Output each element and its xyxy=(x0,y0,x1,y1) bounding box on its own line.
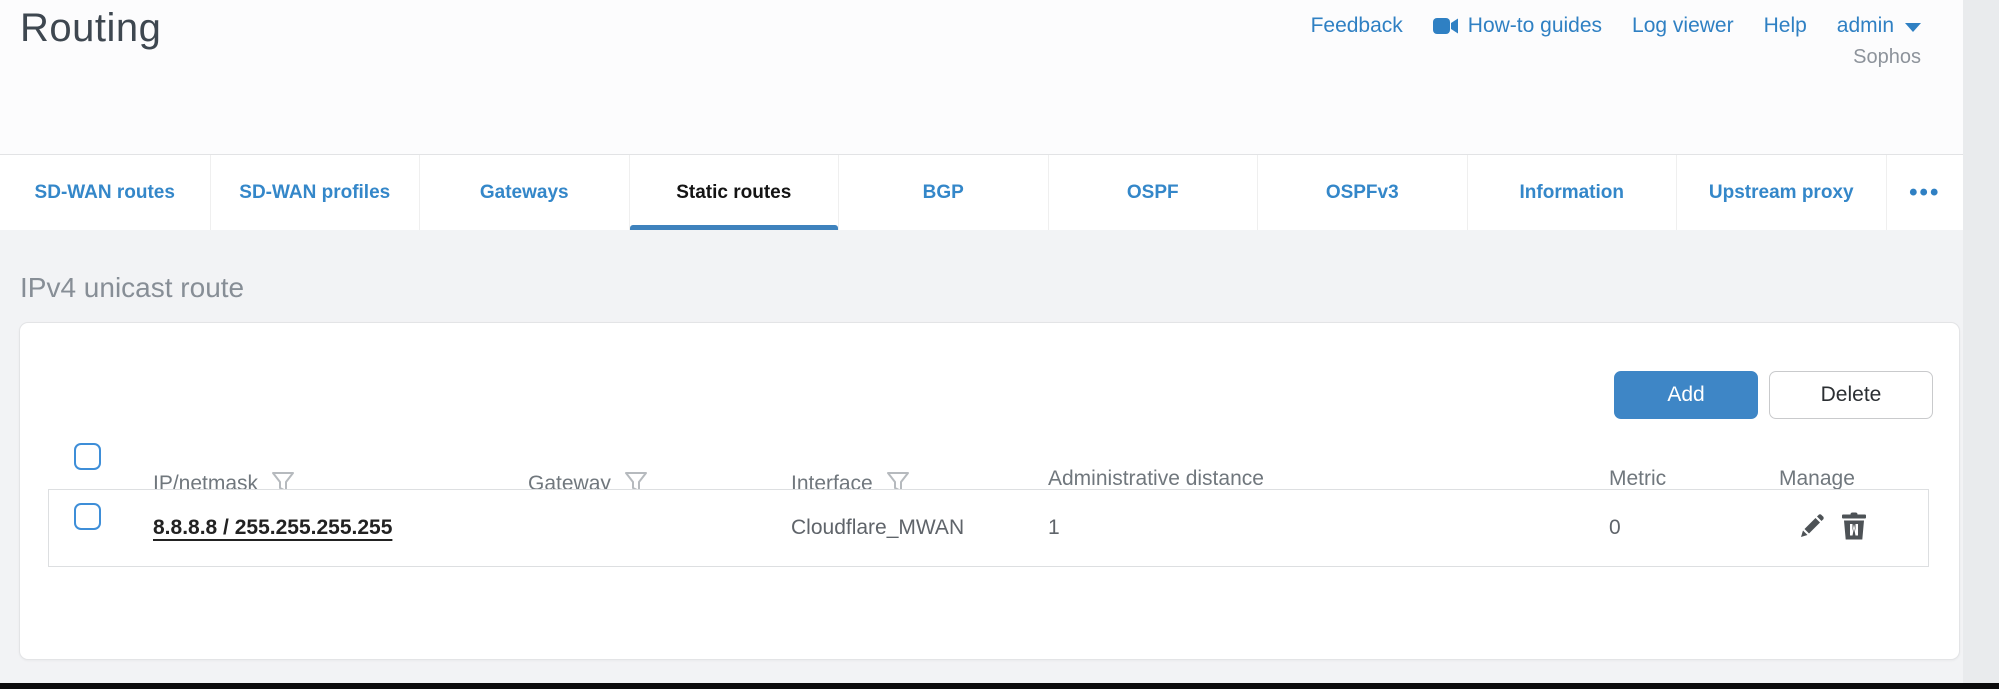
select-all-checkbox[interactable] xyxy=(74,443,101,470)
metric-header-label: Metric xyxy=(1609,467,1666,491)
row-admin-distance-cell: 1 xyxy=(1048,516,1060,540)
column-header-metric: Metric xyxy=(1609,467,1666,491)
nav-howto-guides-link[interactable]: How-to guides xyxy=(1433,14,1602,38)
nav-feedback-label: Feedback xyxy=(1311,14,1403,38)
column-header-admin-distance: Administrative distance xyxy=(1048,467,1264,491)
tab-gateways[interactable]: Gateways xyxy=(419,155,629,230)
nav-log-viewer-label: Log viewer xyxy=(1632,14,1734,38)
add-button[interactable]: Add xyxy=(1614,371,1758,419)
tab-ospf[interactable]: OSPF xyxy=(1048,155,1258,230)
tab-sd-wan-profiles[interactable]: SD-WAN profiles xyxy=(210,155,420,230)
delete-button[interactable]: Delete xyxy=(1769,371,1933,419)
edit-icon[interactable] xyxy=(1798,513,1825,540)
tab-upstream-proxy[interactable]: Upstream proxy xyxy=(1676,155,1886,230)
admin-distance-header-label: Administrative distance xyxy=(1048,467,1264,491)
nav-howto-guides-label: How-to guides xyxy=(1468,14,1602,38)
row-manage-cell xyxy=(1798,512,1867,540)
tab-sd-wan-routes[interactable]: SD-WAN routes xyxy=(0,155,210,230)
column-header-manage: Manage xyxy=(1779,467,1855,491)
account-name: Sophos xyxy=(1853,46,1921,69)
tab-ospfv3[interactable]: OSPFv3 xyxy=(1257,155,1467,230)
top-nav: Feedback How-to guides Log viewer Help a… xyxy=(1311,14,1921,38)
nav-help-link[interactable]: Help xyxy=(1764,14,1807,38)
routing-tabbar: SD-WAN routes SD-WAN profiles Gateways S… xyxy=(0,154,1963,230)
scroll-gutter[interactable] xyxy=(1963,0,1999,683)
admin-menu[interactable]: admin xyxy=(1837,14,1921,38)
admin-menu-label: admin xyxy=(1837,14,1894,38)
section-title: IPv4 unicast route xyxy=(20,272,244,304)
row-checkbox[interactable] xyxy=(74,503,101,530)
video-camera-icon xyxy=(1433,16,1459,36)
row-ip-netmask-cell: 8.8.8.8 / 255.255.255.255 xyxy=(153,516,392,540)
manage-header-label: Manage xyxy=(1779,467,1855,491)
window-bottom-edge xyxy=(0,683,1999,689)
caret-down-icon xyxy=(1905,23,1921,32)
page-header: Routing Feedback How-to guides Log viewe… xyxy=(0,0,1963,154)
nav-log-viewer-link[interactable]: Log viewer xyxy=(1632,14,1734,38)
trash-icon[interactable] xyxy=(1841,512,1867,540)
more-tabs-icon[interactable]: ••• xyxy=(1886,155,1964,230)
page-title: Routing xyxy=(20,6,161,51)
static-routes-card: Add Delete IP/netmask Gateway Interface … xyxy=(19,322,1960,660)
nav-feedback-link[interactable]: Feedback xyxy=(1311,14,1403,38)
row-interface-cell: Cloudflare_MWAN xyxy=(791,516,964,540)
ip-netmask-link[interactable]: 8.8.8.8 / 255.255.255.255 xyxy=(153,516,392,539)
nav-help-label: Help xyxy=(1764,14,1807,38)
tab-bgp[interactable]: BGP xyxy=(838,155,1048,230)
row-metric-cell: 0 xyxy=(1609,516,1621,540)
tab-information[interactable]: Information xyxy=(1467,155,1677,230)
tab-static-routes[interactable]: Static routes xyxy=(629,155,839,230)
